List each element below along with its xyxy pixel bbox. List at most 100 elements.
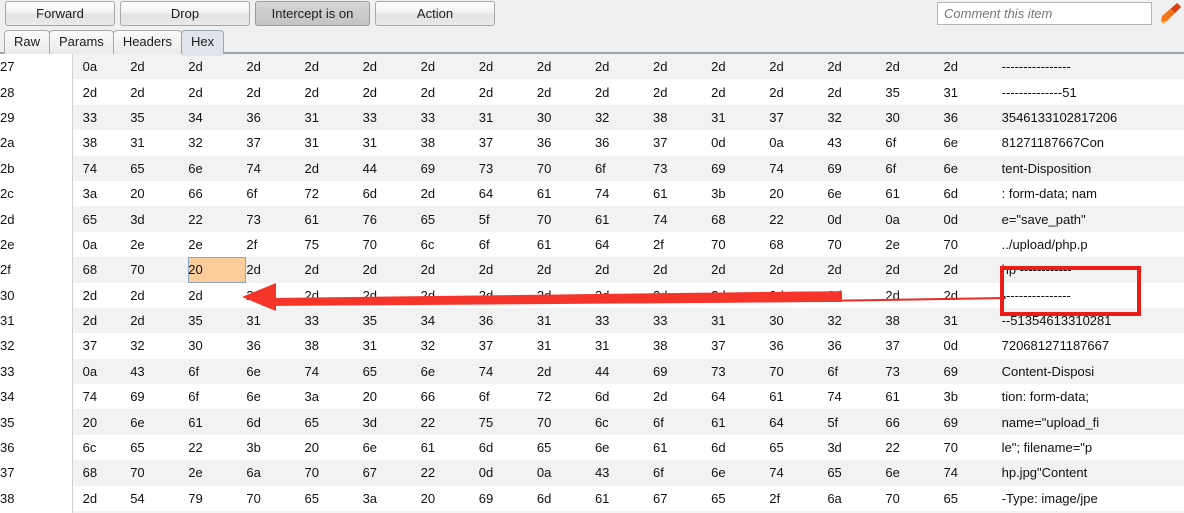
hex-byte[interactable]: 22 [420,460,479,486]
hex-byte[interactable]: 2d [304,79,363,105]
hex-byte[interactable]: 74 [246,155,305,181]
hex-byte[interactable]: 2d [362,79,421,105]
hex-byte[interactable]: 36 [594,130,654,156]
hex-byte[interactable]: 6d [246,409,305,435]
hex-byte[interactable]: 38 [885,307,944,334]
hex-byte[interactable]: 6e [885,460,944,486]
hex-editor-panel[interactable]: 27 0a 2d 2d 2d 2d 2d 2d 2d 2d 2d 2d 2d 2d 2d 2d 2d ------… [0,54,1184,513]
hex-byte[interactable]: 2d [711,257,770,283]
hex-byte[interactable]: 66 [420,384,479,410]
hex-byte[interactable]: 73 [885,358,944,385]
hex-byte[interactable]: 36 [943,104,1002,131]
hex-byte[interactable]: 2d [769,54,828,80]
hex-byte[interactable]: 20 [769,180,828,207]
hex-byte[interactable]: 2d [943,282,1002,308]
hex-byte[interactable]: 2d [420,180,479,207]
hex-byte[interactable]: 31 [362,130,421,156]
hex-byte[interactable]: 61 [188,409,247,435]
hex-byte[interactable]: 65 [536,434,595,461]
hex-byte[interactable]: 6c [420,231,479,258]
hex-byte[interactable]: 2d [769,79,828,105]
hex-byte[interactable]: 69 [943,358,1002,385]
hex-byte[interactable]: 2f [246,231,305,258]
hex-ascii-cell[interactable]: tion: form-data; [1001,384,1184,410]
hex-byte[interactable]: 70 [362,231,421,258]
hex-byte[interactable]: 61 [594,206,654,232]
hex-ascii-cell[interactable]: name="upload_fi [1001,409,1184,435]
hex-byte[interactable]: 2d [420,79,479,105]
hex-byte[interactable]: 61 [885,384,944,410]
hex-byte[interactable]: 6e [130,409,189,435]
hex-byte[interactable]: 2f [769,485,828,512]
hex-byte[interactable]: 2d [188,79,247,105]
hex-byte[interactable]: 37 [885,333,944,359]
hex-byte[interactable]: 6d [536,485,595,512]
hex-byte[interactable]: 33 [594,307,654,334]
hex-byte[interactable]: 74 [594,180,654,207]
hex-byte[interactable]: 61 [769,384,828,410]
hex-byte[interactable]: 20 [130,180,189,207]
hex-byte[interactable]: 6e [188,155,247,181]
hex-byte[interactable]: 20 [72,409,131,435]
hex-byte[interactable]: 2f [653,231,712,258]
hex-byte[interactable]: 2d [246,79,305,105]
hex-byte[interactable]: 32 [827,307,886,334]
hex-byte[interactable]: 2d [72,282,131,308]
hex-byte[interactable]: 0d [711,130,770,156]
hex-byte[interactable]: 61 [653,180,712,207]
hex-byte[interactable]: 67 [653,485,712,512]
hex-byte[interactable]: 76 [362,206,421,232]
hex-byte[interactable]: 43 [594,460,654,486]
hex-byte[interactable]: 74 [769,155,828,181]
hex-byte[interactable]: 6e [362,434,421,461]
hex-byte[interactable]: 31 [536,307,595,334]
hex-byte[interactable]: 32 [420,333,479,359]
hex-ascii-cell[interactable]: ---------------- [1001,54,1184,80]
hex-byte[interactable]: 2d [72,79,131,105]
hex-byte[interactable]: 70 [130,460,189,486]
hex-byte[interactable]: 70 [711,231,770,258]
hex-byte[interactable]: 38 [420,130,479,156]
hex-byte[interactable]: 2e [188,460,247,486]
hex-byte[interactable]: 61 [594,485,654,512]
hex-byte[interactable]: 6e [711,460,770,486]
hex-byte[interactable]: 73 [246,206,305,232]
hex-byte[interactable]: 64 [594,231,654,258]
hex-byte[interactable]: 2d [827,79,886,105]
hex-byte[interactable]: 30 [536,104,595,131]
hex-byte[interactable]: 6f [653,409,712,435]
hex-ascii-cell[interactable]: --51354613310281 [1001,307,1184,334]
hex-byte[interactable]: 2d [653,257,712,283]
hex-byte[interactable]: 44 [594,358,654,385]
hex-byte[interactable]: 0a [769,130,828,156]
hex-byte[interactable]: 37 [246,130,305,156]
hex-byte[interactable]: 2d [594,79,654,105]
hex-byte[interactable]: 5f [827,409,886,435]
hex-byte[interactable]: 2d [246,54,305,80]
hex-byte[interactable]: 30 [885,104,944,131]
hex-byte[interactable]: 72 [536,384,595,410]
hex-byte[interactable]: 6e [827,180,886,207]
hex-byte[interactable]: 6e [246,358,305,385]
hex-ascii-cell[interactable]: ../upload/php.p [1001,231,1184,258]
hex-byte[interactable]: 32 [188,130,247,156]
hex-byte[interactable]: 6f [188,358,247,385]
hex-byte[interactable]: 75 [478,409,537,435]
hex-byte[interactable]: 36 [478,307,537,334]
hex-byte[interactable]: 22 [420,409,479,435]
hex-byte[interactable]: 65 [711,485,770,512]
hex-byte[interactable]: 37 [711,333,770,359]
hex-byte[interactable]: 69 [711,155,770,181]
hex-byte[interactable]: 69 [130,384,189,410]
hex-byte[interactable]: 2d [885,257,944,283]
hex-byte[interactable]: 3d [130,206,189,232]
hex-byte[interactable]: 6d [943,180,1002,207]
hex-byte[interactable]: 31 [478,104,537,131]
hex-byte[interactable]: 65 [304,409,363,435]
hex-byte[interactable]: 2d [827,54,886,80]
hex-byte[interactable]: 2d [536,358,595,385]
hex-byte[interactable]: 74 [653,206,712,232]
hex-byte[interactable]: 2d [594,257,654,283]
hex-byte[interactable]: 3a [362,485,421,512]
hex-byte[interactable]: 2d [943,54,1002,80]
